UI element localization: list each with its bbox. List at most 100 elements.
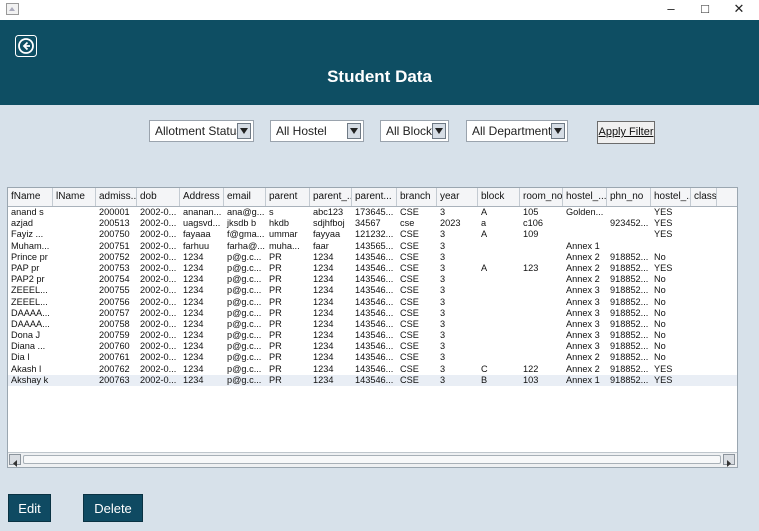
cell-fname: Fayiz ...: [11, 229, 44, 240]
cell-admission: 200761: [99, 352, 130, 363]
cell-parent-contact: 1234: [313, 307, 334, 318]
table-row[interactable]: DAAAA... 200757 2002-0... 1234 p@g.c... PR 123…: [8, 308, 737, 319]
back-arrow-icon[interactable]: [15, 35, 37, 57]
table-row[interactable]: Fayiz ... 200750 2002-0... fayaaa f@gma... um…: [8, 229, 737, 240]
table-row[interactable]: Diana ... 200760 2002-0... 1234 p@g.c... PR 12…: [8, 341, 737, 352]
scroll-right-icon[interactable]: [723, 454, 735, 467]
cell-parent: PR: [269, 262, 282, 273]
cell-email: ana@g...: [227, 207, 265, 217]
cell-phone-no: 918852...: [610, 352, 649, 363]
chevron-down-icon[interactable]: [237, 123, 251, 139]
cell-fname: PAP pr: [11, 262, 40, 273]
edit-button[interactable]: Edit: [8, 494, 51, 522]
departments-dropdown[interactable]: All Departments: [466, 120, 568, 142]
table-row[interactable]: azjad 200513 2002-0... uagsvd... jksdb b hkdb…: [8, 218, 737, 229]
minimize-button[interactable]: –: [654, 0, 688, 20]
column-header-room-no[interactable]: room_no: [520, 188, 563, 206]
column-header-parent-phone[interactable]: parent...: [352, 188, 397, 206]
table-row[interactable]: anand s 200001 2002-0... ananan... ana@g... s…: [8, 207, 737, 218]
table-row[interactable]: PAP pr 200753 2002-0... 1234 p@g.c... PR 1234 1…: [8, 263, 737, 274]
chevron-down-icon[interactable]: [432, 123, 446, 139]
cell-year: 2023: [440, 218, 461, 229]
cell-phone-no: 918852...: [610, 296, 649, 307]
column-header-admission[interactable]: admiss...: [96, 188, 137, 206]
cell-room-no: 105: [523, 207, 539, 217]
column-header-parent-contact[interactable]: parent_...: [310, 188, 352, 206]
table-row[interactable]: Dona J 200759 2002-0... 1234 p@g.c... PR 1234 1…: [8, 330, 737, 341]
cell-admission: 200753: [99, 262, 130, 273]
column-header-hostel-name[interactable]: hostel_...: [563, 188, 607, 206]
cell-room-no: c106: [523, 218, 543, 229]
table-row[interactable]: Akshay k 200763 2002-0... 1234 p@g.c... PR 123…: [8, 374, 737, 386]
column-header-year[interactable]: year: [437, 188, 478, 206]
cell-phone-no: 918852...: [610, 363, 649, 374]
chevron-down-icon[interactable]: [347, 123, 361, 139]
column-header-phone-no[interactable]: phn_no: [607, 188, 651, 206]
cell-email: p@g.c...: [227, 307, 262, 318]
cell-parent-phone: 143546...: [355, 296, 394, 307]
blocks-dropdown[interactable]: All Blocks: [380, 120, 449, 142]
cell-hostel-status: No: [654, 341, 666, 352]
cell-fname: azjad: [11, 218, 33, 229]
cell-admission: 200751: [99, 240, 130, 251]
cell-parent-contact: 1234: [313, 374, 334, 385]
cell-year: 3: [440, 318, 446, 329]
cell-admission: 200754: [99, 274, 130, 285]
column-header-parent[interactable]: parent: [266, 188, 310, 206]
scrollbar-thumb[interactable]: [23, 455, 721, 464]
cell-address: 1234: [183, 374, 204, 385]
cell-email: p@g.c...: [227, 251, 262, 262]
column-header-class[interactable]: class: [691, 188, 717, 206]
cell-dob: 2002-0...: [140, 363, 177, 374]
cell-parent-contact: fayyaa: [313, 229, 341, 240]
delete-button[interactable]: Delete: [83, 494, 143, 522]
cell-hostel-status: YES: [654, 262, 673, 273]
maximize-button[interactable]: □: [688, 0, 722, 20]
hostel-dropdown[interactable]: All Hostel: [270, 120, 364, 142]
cell-email: jksdb b: [227, 218, 257, 229]
column-header-block[interactable]: block: [478, 188, 520, 206]
cell-room-no: 123: [523, 262, 539, 273]
cell-parent-phone: 143546...: [355, 262, 394, 273]
table-row[interactable]: PAP2 pr 200754 2002-0... 1234 p@g.c... PR 1234…: [8, 274, 737, 285]
cell-year: 3: [440, 285, 446, 296]
table-row[interactable]: ZEEEL... 200755 2002-0... 1234 p@g.c... PR 123…: [8, 285, 737, 296]
cell-fname: Akash l: [11, 363, 42, 374]
table-body: anand s 200001 2002-0... ananan... ana@g... s…: [8, 207, 737, 386]
column-header-hostel-status[interactable]: hostel_...: [651, 188, 691, 206]
column-header-address[interactable]: Address: [180, 188, 224, 206]
chevron-down-icon[interactable]: [551, 123, 565, 139]
column-header-fname[interactable]: fName: [8, 188, 53, 206]
header-banner: Student Data: [0, 20, 759, 105]
cell-address: 1234: [183, 352, 204, 363]
table-row[interactable]: Dia l 200761 2002-0... 1234 p@g.c... PR 1234 14…: [8, 352, 737, 363]
column-header-email[interactable]: email: [224, 188, 266, 206]
table-row[interactable]: Muham... 200751 2002-0... farhuu farha@... mu…: [8, 241, 737, 252]
cell-admission: 200758: [99, 318, 130, 329]
cell-admission: 200001: [99, 207, 130, 217]
cell-phone-no: 918852...: [610, 341, 649, 352]
column-header-lname[interactable]: lName: [53, 188, 96, 206]
column-header-branch[interactable]: branch: [397, 188, 437, 206]
close-button[interactable]: ✕: [722, 0, 756, 20]
table-row[interactable]: Prince pr 200752 2002-0... 1234 p@g.c... PR 12…: [8, 252, 737, 263]
cell-year: 3: [440, 363, 446, 374]
page-title: Student Data: [327, 67, 432, 86]
table-row[interactable]: ZEEEL... 200756 2002-0... 1234 p@g.c... PR 123…: [8, 297, 737, 308]
student-table: fName lName admiss... dob Address email parent…: [7, 187, 738, 468]
allotment-status-dropdown[interactable]: Allotment Status: [149, 120, 254, 142]
column-header-dob[interactable]: dob: [137, 188, 180, 206]
horizontal-scrollbar[interactable]: [8, 452, 737, 467]
apply-filter-button[interactable]: Apply Filter: [597, 121, 655, 144]
cell-admission: 200760: [99, 341, 130, 352]
cell-parent-contact: 1234: [313, 363, 334, 374]
table-row[interactable]: DAAAA... 200758 2002-0... 1234 p@g.c... PR 123…: [8, 319, 737, 330]
table-row[interactable]: Akash l 200762 2002-0... 1234 p@g.c... PR 1234…: [8, 364, 737, 375]
cell-dob: 2002-0...: [140, 374, 177, 385]
cell-parent: PR: [269, 274, 282, 285]
scroll-left-icon[interactable]: [9, 454, 21, 467]
cell-admission: 200755: [99, 285, 130, 296]
cell-branch: CSE: [400, 251, 419, 262]
cell-parent-phone: 143546...: [355, 330, 394, 341]
cell-address: 1234: [183, 251, 204, 262]
